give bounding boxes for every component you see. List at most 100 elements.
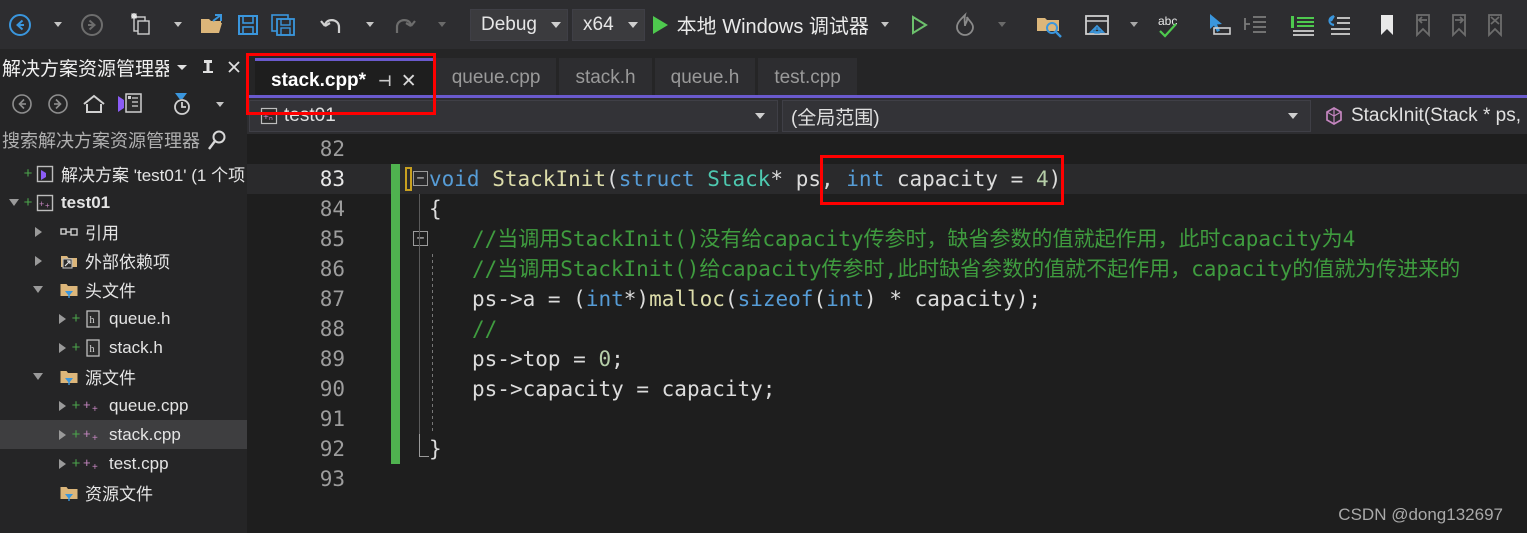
forward-icon[interactable] [40,87,76,121]
code-line[interactable]: 91 [247,404,1527,434]
hot-reload-button[interactable] [947,8,983,42]
back-icon[interactable] [4,87,40,121]
code-line[interactable]: 84 { [247,194,1527,224]
tree-item[interactable]: + h queue.h [0,304,247,333]
toggle-bookmark-icon[interactable] [1369,8,1405,42]
solution-platform-combo[interactable]: x64 [572,8,645,41]
solution-explorer-search[interactable]: 搜索解决方案资源管理器 [0,123,260,157]
chevron-right-icon[interactable] [54,456,70,472]
navbar-member-combo[interactable]: StackInit(Stack * ps, [1315,101,1525,131]
chevron-down-icon[interactable] [6,195,22,211]
tree-item[interactable]: + + + queue.cpp [0,391,247,420]
code-line[interactable]: 83 − void StackInit(struct Stack* ps, int … [247,164,1527,194]
close-icon[interactable] [221,59,247,75]
preview-window-dropdown[interactable] [1115,8,1151,42]
new-item-button[interactable] [122,8,158,42]
abc-spell-check-icon[interactable]: abc [1153,8,1189,42]
outdent-block-icon[interactable] [1237,8,1273,42]
code-line[interactable]: 93 [247,464,1527,494]
chevron-down-icon[interactable] [30,369,46,385]
tree-item[interactable]: + + + test.cpp [0,449,247,478]
home-icon[interactable] [76,87,112,121]
code-line[interactable]: 89 ps->top = 0; [247,344,1527,374]
code-line[interactable]: 88 // [247,314,1527,344]
chevron-right-icon[interactable] [54,398,70,414]
code-line[interactable]: 86 //当调用StackInit()给capacity传参时,此时缺省参数的值就… [247,254,1527,284]
close-tab-icon[interactable]: ✕ [401,70,417,93]
next-bookmark-icon[interactable] [1441,8,1477,42]
tree-item[interactable]: 资源文件 [0,478,247,507]
hot-reload-dropdown[interactable] [983,8,1019,42]
navbar-project-combo[interactable]: +ₙ test01 [249,100,778,132]
code-token: a = [522,287,574,311]
document-tab[interactable]: queue.h [654,58,756,98]
code-line[interactable]: 82 [247,134,1527,164]
search-input[interactable]: 搜索解决方案资源管理器 [2,127,200,153]
chevron-down-icon[interactable] [30,282,46,298]
chevron-right-icon[interactable] [54,340,70,356]
new-item-dropdown[interactable] [158,8,194,42]
collapse-region-icon[interactable]: − [413,231,428,246]
code-line[interactable]: 87 ps->a = (int*)malloc(sizeof(int) * cap… [247,284,1527,314]
navigate-forward-button[interactable] [74,8,110,42]
undo-dropdown[interactable] [350,8,386,42]
chevron-right-icon[interactable] [30,253,46,269]
source-control-add-icon: + [71,397,81,414]
redo-dropdown[interactable] [422,8,458,42]
solution-configuration-combo[interactable]: Debug [470,8,568,41]
tree-item[interactable]: 外部依赖项 [0,246,247,275]
pin-icon[interactable] [195,58,221,76]
uncomment-selection-icon[interactable] [1321,8,1357,42]
preview-window-icon[interactable] [1079,8,1115,42]
comment-selection-icon[interactable] [1285,8,1321,42]
navigate-backward-button[interactable] [2,8,38,42]
view-designer-icon[interactable] [112,87,148,121]
breakpoint-gutter-marker[interactable] [405,167,412,191]
navbar-project-value: test01 [284,105,336,126]
code-line[interactable]: 92} [247,434,1527,464]
chevron-overflow-icon[interactable] [200,87,236,121]
pin-tab-icon[interactable]: ⊣ [378,72,392,90]
chevron-right-icon[interactable] [30,224,46,240]
panel-dropdown-icon[interactable] [169,59,195,75]
document-tab[interactable]: test.cpp [758,58,857,98]
start-debugging-button[interactable]: 本地 Windows 调试器 [649,10,893,39]
save-all-button[interactable] [266,8,302,42]
code-editor[interactable]: 82 83− void StackInit(struct Stack* ps, in… [247,134,1527,533]
code-line[interactable]: 90 ps->capacity = capacity; [247,374,1527,404]
tree-item[interactable]: 源文件 [0,362,247,391]
line-number: 93 [319,467,345,491]
code-token: 4 [1035,167,1049,191]
header-file-icon: h [82,338,104,358]
chevron-right-icon[interactable] [54,311,70,327]
document-tab[interactable]: stack.h [559,58,652,98]
open-file-button[interactable] [194,8,230,42]
pointer-select-icon[interactable] [1201,8,1237,42]
navbar-scope-combo[interactable]: (全局范围) [781,100,1311,132]
pending-changes-filter-icon[interactable] [164,87,200,121]
collapse-region-icon[interactable]: − [413,171,428,186]
toolbar-overflow-button[interactable] [1517,8,1527,42]
find-in-files-icon[interactable] [1031,8,1067,42]
redo-button[interactable] [386,8,422,42]
code-token: ; [611,347,624,371]
code-line[interactable]: 85 − //当调用StackInit()没有给capacity传参时，缺省参数的值… [247,224,1527,254]
tree-item[interactable]: 引用 [0,217,247,246]
document-tab[interactable]: queue.cpp [435,58,557,98]
previous-bookmark-icon[interactable] [1405,8,1441,42]
tree-item[interactable]: + + + stack.cpp [0,420,247,449]
navigate-backward-dropdown[interactable] [38,8,74,42]
search-icon[interactable] [200,123,236,157]
save-button[interactable] [230,8,266,42]
undo-button[interactable] [314,8,350,42]
tree-item[interactable]: 头文件 [0,275,247,304]
start-without-debugging-button[interactable] [901,8,937,42]
document-tab-label: test.cpp [774,67,841,88]
tree-item[interactable]: + + + test01 [0,188,247,217]
clear-bookmarks-icon[interactable] [1477,8,1513,42]
tree-item[interactable]: + h stack.h [0,333,247,362]
outline-guide-line [419,224,420,254]
start-debugging-label: 本地 Windows 调试器 [676,16,869,38]
chevron-right-icon[interactable] [54,427,70,443]
tree-item[interactable]: + 解决方案 'test01' (1 个项 [0,159,247,188]
